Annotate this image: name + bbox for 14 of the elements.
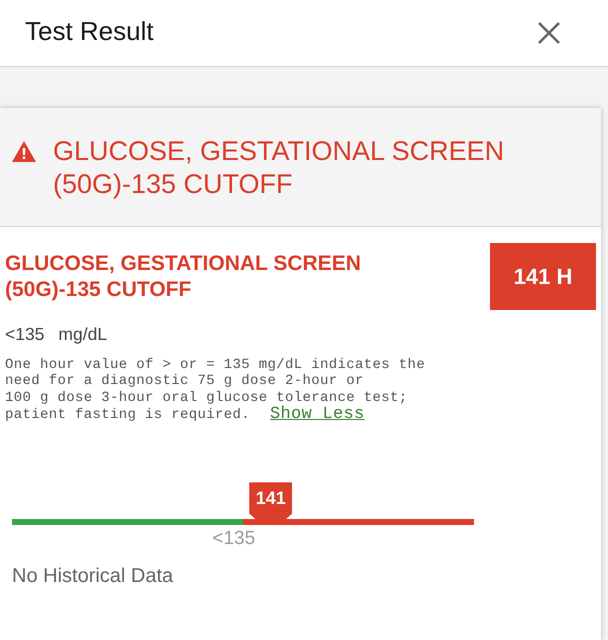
reference-range: <135 [5, 324, 44, 344]
close-icon [537, 21, 561, 45]
close-button[interactable] [537, 21, 561, 45]
value-marker: 141 [249, 482, 292, 520]
show-less-link[interactable]: Show Less [270, 404, 365, 424]
unit-label: mg/dL [58, 324, 108, 344]
result-value-badge: 141 H [490, 243, 596, 310]
threshold-label: <135 [212, 528, 256, 550]
no-history-text: No Historical Data [12, 564, 174, 588]
test-name: GLUCOSE, GESTATIONAL SCREEN (50G)-135 CUTOFF [5, 251, 362, 303]
warning-icon [12, 141, 36, 162]
header-title: Test Result [25, 16, 154, 46]
banner-title: GLUCOSE, GESTATIONAL SCREEN (50G)-135 CUTOFF [53, 135, 506, 201]
test-description: One hour value of > or = 135 mg/dL indicates the need for a diagnostic 75 g dose 2-hour or 100 g dose 3-hour oral glucose tolerance test; patient fasting is required. Show Less [5, 356, 426, 424]
